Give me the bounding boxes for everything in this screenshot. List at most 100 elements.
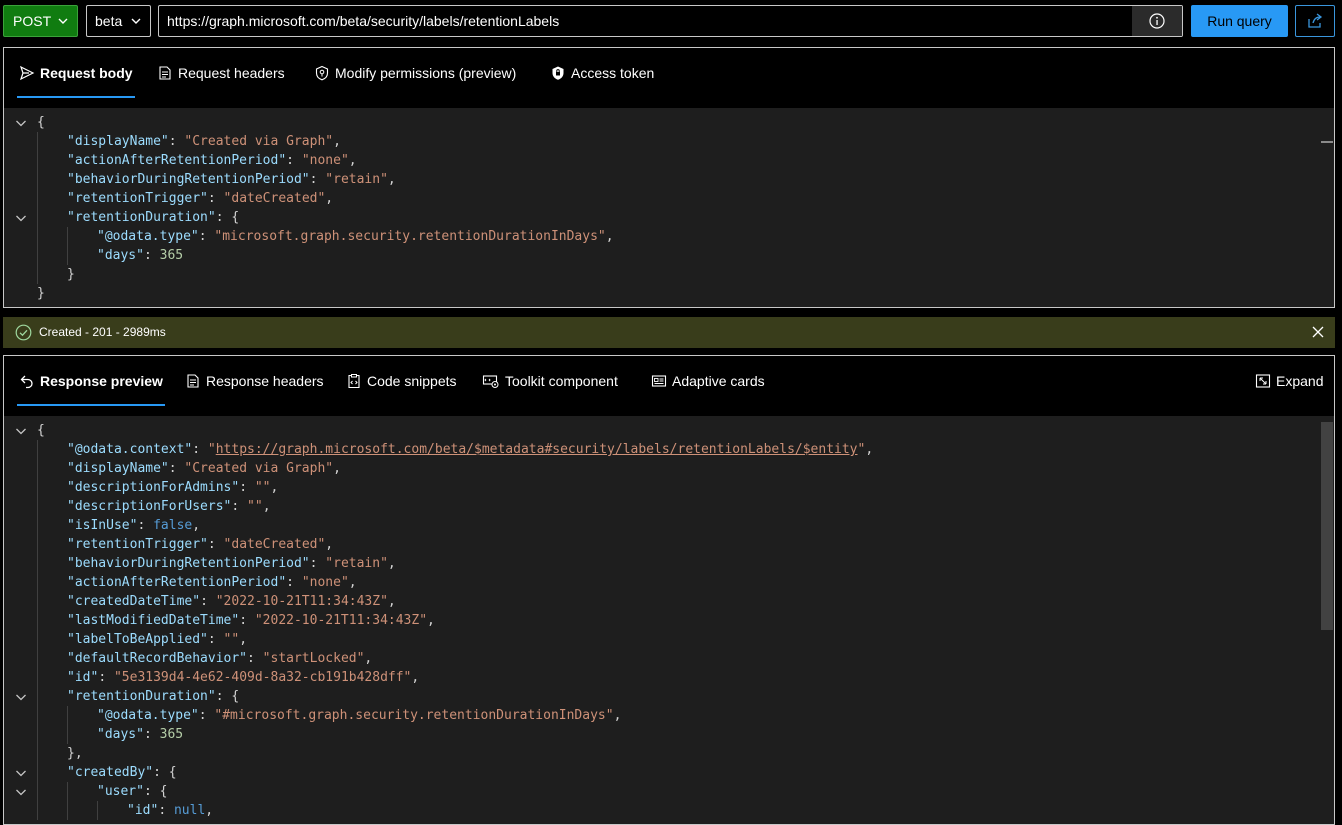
status-bar: Created - 201 - 2989ms: [3, 317, 1335, 348]
code-token: ,: [262, 499, 271, 514]
tab-response-headers[interactable]: Response headers: [185, 356, 324, 406]
code-token: "labelToBeApplied": [67, 632, 208, 647]
code-line: "behaviorDuringRetentionPeriod": "retain…: [67, 554, 396, 573]
tab-request-headers[interactable]: Request headers: [157, 48, 285, 98]
request-panel: Request body Request headers Modify perm…: [3, 47, 1335, 308]
code-line: "retentionTrigger": "dateCreated",: [67, 189, 333, 208]
code-token: "retain": [325, 556, 388, 571]
tab-label: Adaptive cards: [672, 373, 765, 389]
fold-chevron-icon[interactable]: [14, 763, 28, 782]
api-version-dropdown[interactable]: beta: [86, 5, 151, 37]
request-url-value: https://graph.microsoft.com/beta/securit…: [167, 13, 560, 29]
status-text: Created - 201 - 2989ms: [39, 325, 166, 339]
code-line: "lastModifiedDateTime": "2022-10-21T11:3…: [67, 611, 435, 630]
code-token: ,: [348, 575, 357, 590]
response-tabs: Response preview Response headers Code s…: [4, 356, 1334, 416]
code-token: :: [200, 594, 216, 609]
tab-modify-permissions[interactable]: Modify permissions (preview): [314, 48, 516, 98]
response-scrollbar[interactable]: [1320, 416, 1334, 824]
code-token: :: [309, 556, 326, 571]
code-token: ,: [411, 670, 420, 685]
code-token: ,: [325, 537, 334, 552]
code-token: :: [207, 537, 224, 552]
code-token: "retentionDuration": [67, 689, 216, 704]
share-query-button[interactable]: [1295, 5, 1335, 37]
fold-chevron-icon[interactable]: [14, 113, 28, 132]
response-preview-editor[interactable]: {"@odata.context": "https://graph.micros…: [4, 416, 1334, 824]
tab-code-snippets[interactable]: Code snippets: [346, 356, 457, 406]
context-link[interactable]: https://graph.microsoft.com/beta/$metada…: [216, 442, 858, 457]
toolkit-icon: [482, 375, 499, 388]
fold-chevron-icon[interactable]: [14, 687, 28, 706]
request-url-input[interactable]: https://graph.microsoft.com/beta/securit…: [158, 5, 1183, 37]
code-token: }: [67, 267, 75, 282]
check-circle-icon: [15, 324, 32, 341]
shield-key-icon: [315, 65, 329, 81]
close-icon[interactable]: [1311, 325, 1325, 339]
fold-chevron-icon[interactable]: [14, 782, 28, 801]
api-version-value: beta: [95, 13, 123, 29]
code-token: "behaviorDuringRetentionPeriod": [67, 556, 310, 571]
share-icon: [1308, 13, 1323, 28]
code-token: ,: [427, 613, 435, 628]
code-token: "descriptionForAdmins": [67, 480, 240, 495]
fold-chevron-icon[interactable]: [14, 208, 28, 227]
tab-toolkit-component[interactable]: Toolkit component: [482, 356, 618, 406]
http-method-dropdown[interactable]: POST: [3, 5, 78, 37]
expand-button[interactable]: Expand: [1255, 356, 1323, 406]
code-token: ,: [613, 708, 622, 723]
code-line: "behaviorDuringRetentionPeriod": "retain…: [67, 170, 396, 189]
url-info-button[interactable]: [1132, 6, 1182, 36]
code-token: : {: [143, 784, 168, 799]
response-scrollbar-thumb[interactable]: [1321, 422, 1333, 630]
code-token: "retain": [325, 172, 388, 187]
code-line: "actionAfterRetentionPeriod": "none",: [67, 573, 357, 592]
code-line: "retentionTrigger": "dateCreated",: [67, 535, 333, 554]
code-token: :: [98, 670, 114, 685]
code-token: :: [168, 461, 185, 476]
code-token: :: [309, 172, 326, 187]
code-token: "2022-10-21T11:34:43Z": [215, 594, 388, 609]
code-token: "Created via Graph": [184, 461, 334, 476]
code-token: "user": [97, 784, 144, 799]
code-token: "actionAfterRetentionPeriod": [67, 153, 287, 168]
code-token: ,: [387, 594, 396, 609]
tab-access-token[interactable]: Access token: [550, 48, 654, 98]
request-tabs: Request body Request headers Modify perm…: [4, 48, 1334, 108]
overview-ruler-mark: [1321, 141, 1333, 143]
code-token: :: [198, 708, 215, 723]
code-token: :: [239, 613, 255, 628]
code-line: "retentionDuration": {: [67, 687, 239, 706]
tab-response-preview[interactable]: Response preview: [17, 356, 165, 406]
request-scrollbar[interactable]: [1320, 108, 1334, 307]
tab-request-body[interactable]: Request body: [17, 48, 135, 98]
code-line: "createdDateTime": "2022-10-21T11:34:43Z…: [67, 592, 396, 611]
code-line: "descriptionForUsers": "",: [67, 497, 271, 516]
code-token: "descriptionForUsers": [67, 499, 232, 514]
run-query-button[interactable]: Run query: [1191, 5, 1288, 37]
fold-chevron-icon[interactable]: [14, 421, 28, 440]
request-body-editor[interactable]: {"displayName": "Created via Graph", "act…: [4, 108, 1334, 307]
code-token: ,: [192, 518, 201, 533]
indent-guide: [97, 801, 98, 820]
code-token: ,: [333, 461, 341, 476]
code-token: :: [137, 518, 154, 533]
code-line: "@odata.type": "microsoft.graph.security…: [97, 227, 614, 246]
tab-adaptive-cards[interactable]: Adaptive cards: [651, 356, 765, 406]
run-query-label: Run query: [1207, 13, 1272, 29]
lock-icon: [552, 66, 564, 80]
code-token: }: [37, 286, 45, 301]
code-token: "@odata.type": [97, 229, 199, 244]
code-token: :: [231, 499, 248, 514]
code-token: :: [207, 191, 224, 206]
code-token: : {: [153, 765, 177, 780]
info-icon: [1149, 13, 1165, 29]
code-line: "displayName": "Created via Graph",: [67, 459, 341, 478]
code-token: 365: [159, 727, 184, 742]
code-token: "days": [97, 727, 144, 742]
code-token: "retentionDuration": [67, 210, 216, 225]
code-token: "displayName": [67, 461, 169, 476]
code-line: "days": 365: [97, 725, 183, 744]
send-icon: [19, 65, 35, 81]
code-token: ,: [270, 480, 279, 495]
